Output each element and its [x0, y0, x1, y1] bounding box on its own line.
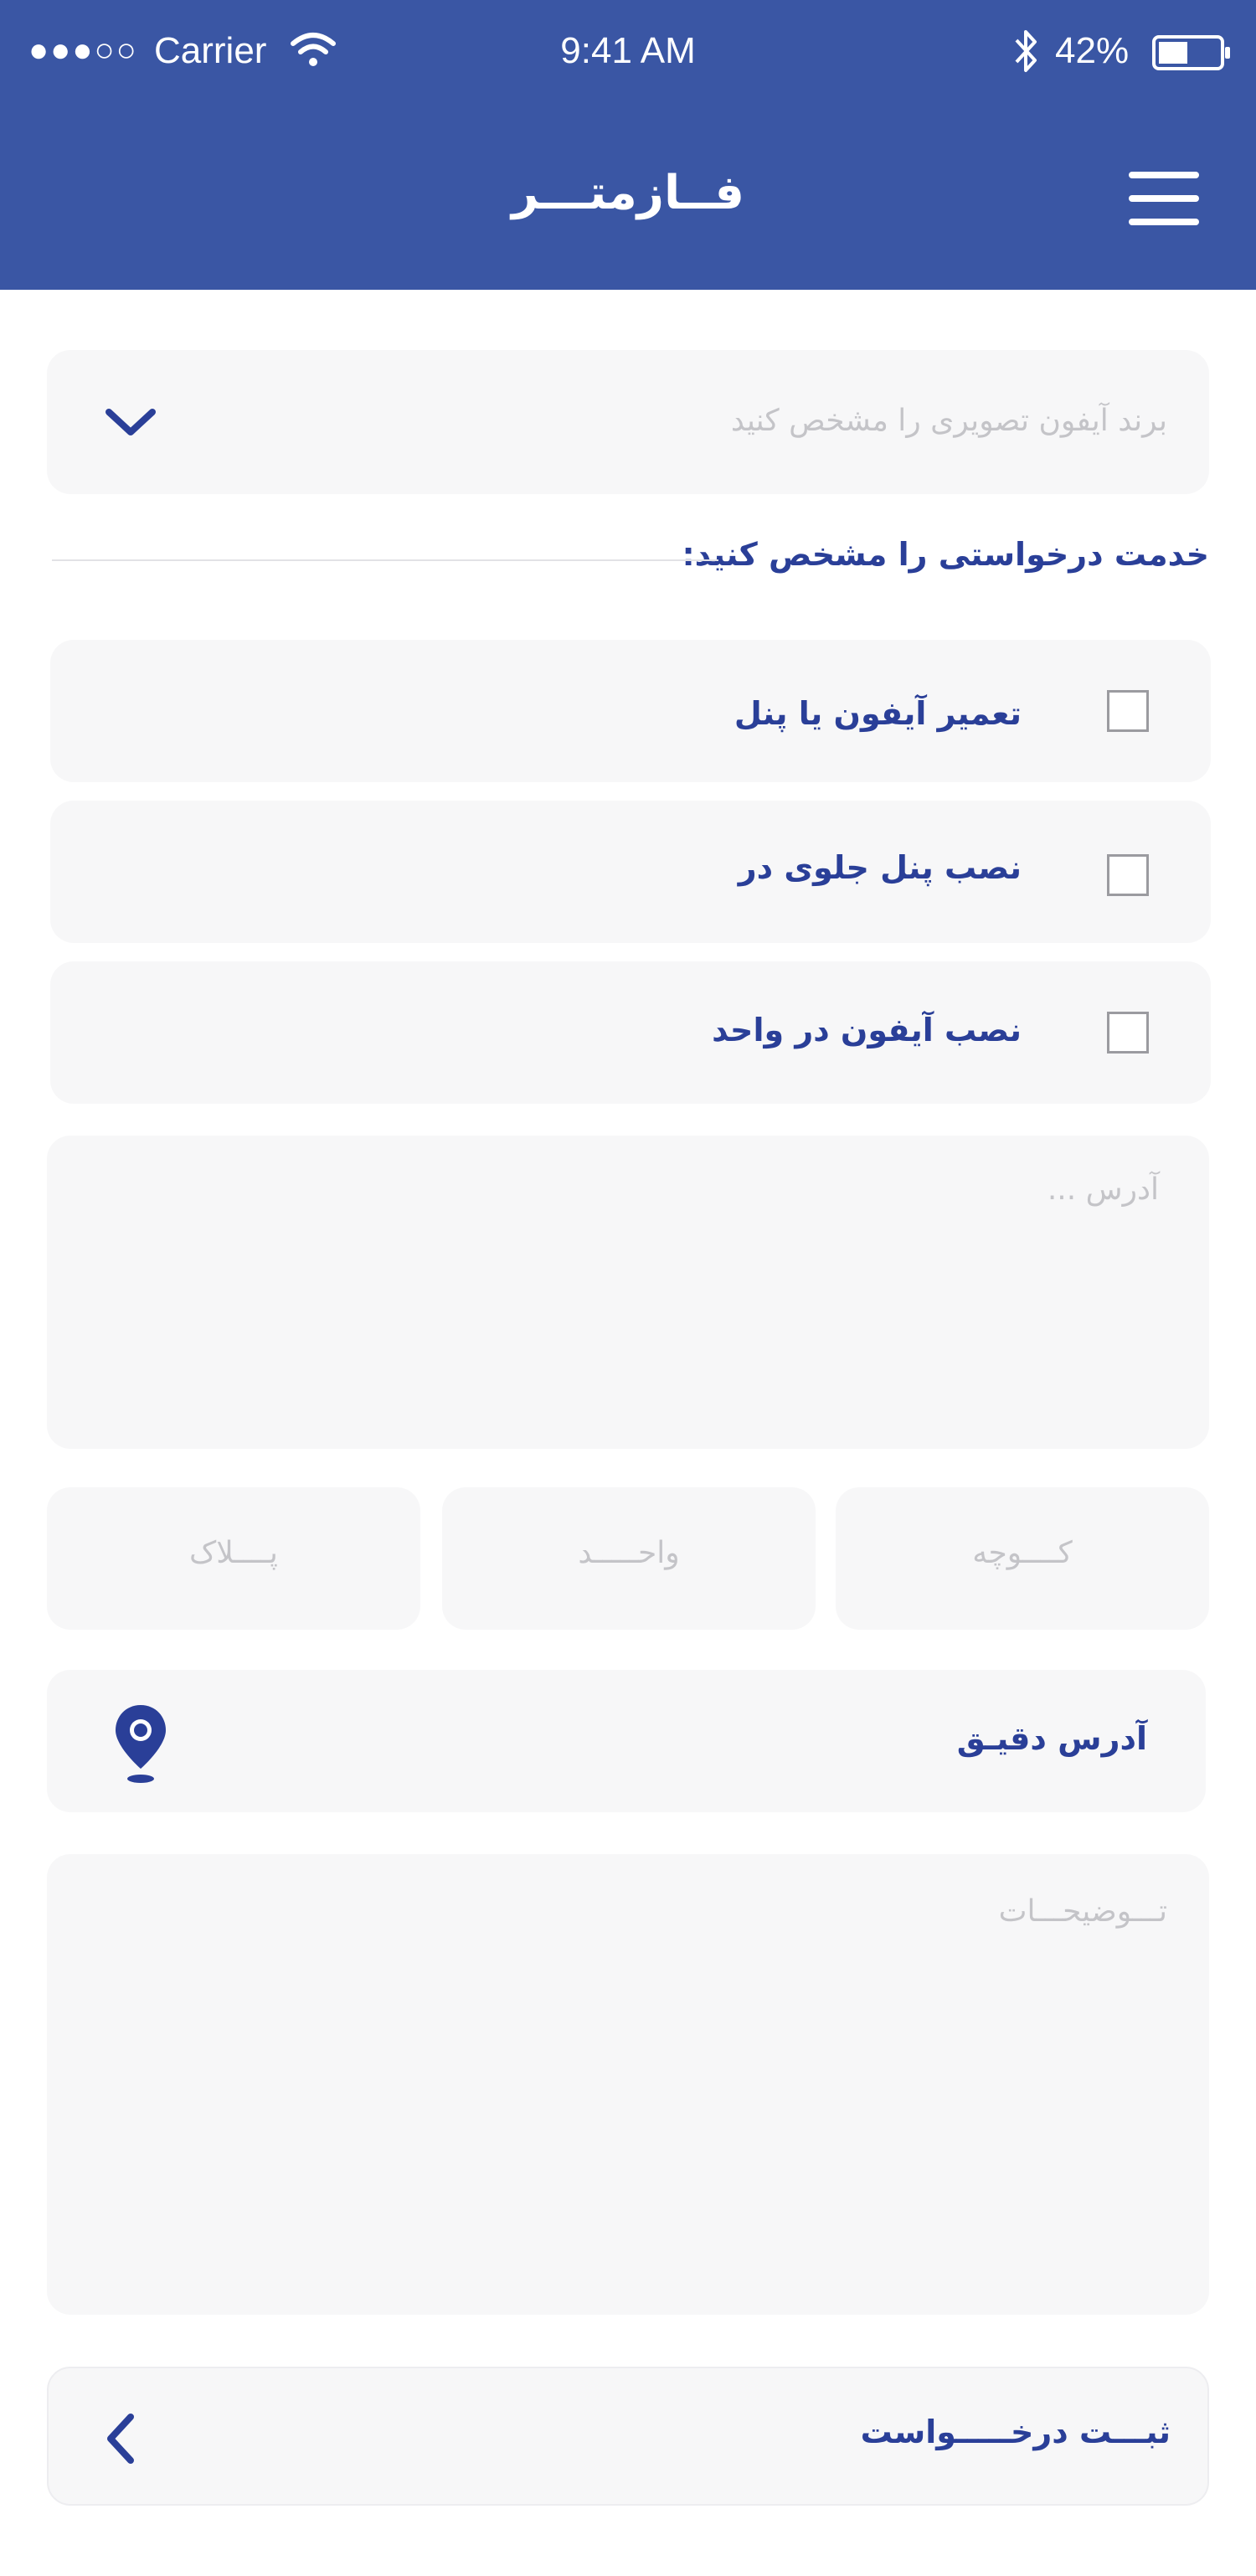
chevron-down-icon [104, 405, 157, 439]
service-option-unit-install[interactable] [50, 961, 1211, 1104]
carrier-label: Carrier [154, 30, 267, 71]
location-pin-icon [112, 1702, 169, 1785]
unit-placeholder: واحـــــد [578, 1536, 680, 1570]
service-label-front-panel: نصب پنل جلوی در [738, 849, 1022, 886]
exact-address-label: آدرس دقیـق [956, 1720, 1147, 1757]
service-checkbox-repair[interactable] [1107, 690, 1149, 732]
service-checkbox-unit-install[interactable] [1107, 1012, 1149, 1054]
hamburger-menu-icon[interactable] [1129, 172, 1199, 225]
service-label-unit-install: نصب آیفون در واحد [712, 1012, 1022, 1048]
battery-percent: 42% [1055, 30, 1130, 71]
signal-strength: ●●●○○ [28, 32, 138, 69]
service-label-repair: تعمیر آیفون یا پنل [734, 695, 1022, 732]
bluetooth-icon [1013, 28, 1038, 74]
services-heading: خدمت درخواستی را مشخص کنید: [682, 536, 1209, 573]
address-textarea[interactable] [47, 1136, 1209, 1449]
chevron-left-icon [102, 2412, 139, 2465]
heading-divider [52, 559, 718, 561]
service-option-repair[interactable] [50, 640, 1211, 782]
street-placeholder: کــــوچه [972, 1536, 1073, 1570]
wifi-icon [290, 32, 337, 69]
plate-placeholder: پــــلاک [189, 1536, 278, 1570]
brand-select-placeholder: برند آیفون تصویری را مشخص کنید [730, 404, 1167, 438]
clock: 9:41 AM [560, 30, 696, 71]
address-placeholder: آدرس ... [1047, 1172, 1159, 1207]
description-placeholder: تـــوضیحـــات [998, 1894, 1167, 1929]
service-option-front-panel[interactable] [50, 801, 1211, 943]
battery-icon [1152, 33, 1233, 72]
service-checkbox-front-panel[interactable] [1107, 854, 1149, 896]
page-title: فــازمتـــر [511, 166, 744, 220]
submit-label: ثبـــت درخـــــواست [860, 2414, 1171, 2450]
